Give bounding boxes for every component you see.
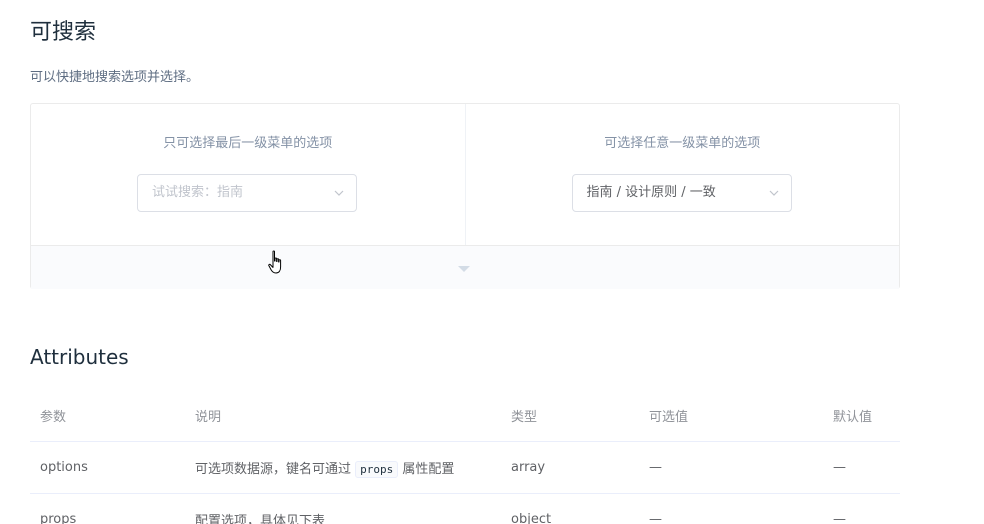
cell-desc-text: 可选项数据源，键名可通过 [195,462,352,477]
section-title: 可搜索 [30,20,97,45]
cell-default: — [823,441,900,494]
cascader-right-value[interactable]: 指南 / 设计原则 / 一致 [587,175,716,211]
page: 可搜索 可以快捷地搜索选项并选择。 只可选择最后一级菜单的选项 试试搜索：指南 … [0,0,984,524]
attributes-table: 参数 说明 类型 可选值 默认值 options 可选项数据源，键名可通过 pr… [30,389,900,524]
table-row: props 配置选项，具体见下表 object — — [30,493,900,524]
column-header-param: 参数 [30,389,185,442]
cell-desc-text-after: 属性配置 [402,462,455,477]
demo-left: 只可选择最后一级菜单的选项 试试搜索：指南 [31,104,465,245]
hand-pointer-icon [268,250,282,274]
column-header-type: 类型 [501,389,639,442]
column-header-default: 默认值 [823,389,900,442]
cell-type: array [501,441,639,494]
table-header-row: 参数 说明 类型 可选值 默认值 [30,389,900,442]
attributes-title: Attributes [30,345,129,369]
chevron-down-icon [769,190,778,196]
demo-left-label: 只可选择最后一级菜单的选项 [163,136,333,151]
caret-down-icon [458,266,470,272]
cell-param: options [30,441,185,494]
cell-options: — [639,493,823,524]
demo-source: 只可选择最后一级菜单的选项 试试搜索：指南 可选择任意一级菜单的选项 指南 / … [31,104,899,246]
column-header-desc: 说明 [185,389,501,442]
section-description: 可以快捷地搜索选项并选择。 [30,70,200,85]
chevron-down-icon [334,190,344,196]
cascader-left[interactable]: 试试搜索：指南 [137,174,357,212]
demo-right-label: 可选择任意一级菜单的选项 [604,136,761,151]
demo-expand-control[interactable] [31,246,899,289]
inline-code: props [355,461,399,478]
cell-param: props [30,493,185,524]
cell-type: object [501,493,639,524]
table-row: options 可选项数据源，键名可通过 props 属性配置 array — … [30,441,900,494]
demo-block: 只可选择最后一级菜单的选项 试试搜索：指南 可选择任意一级菜单的选项 指南 / … [30,103,900,289]
cell-default: — [823,493,900,524]
cascader-left-placeholder[interactable]: 试试搜索：指南 [152,175,243,211]
cell-desc: 可选项数据源，键名可通过 props 属性配置 [185,441,501,494]
cell-options: — [639,441,823,494]
column-header-options: 可选值 [639,389,823,442]
cell-desc: 配置选项，具体见下表 [185,493,501,524]
cascader-right[interactable]: 指南 / 设计原则 / 一致 [571,174,792,212]
demo-right: 可选择任意一级菜单的选项 指南 / 设计原则 / 一致 [464,104,900,245]
